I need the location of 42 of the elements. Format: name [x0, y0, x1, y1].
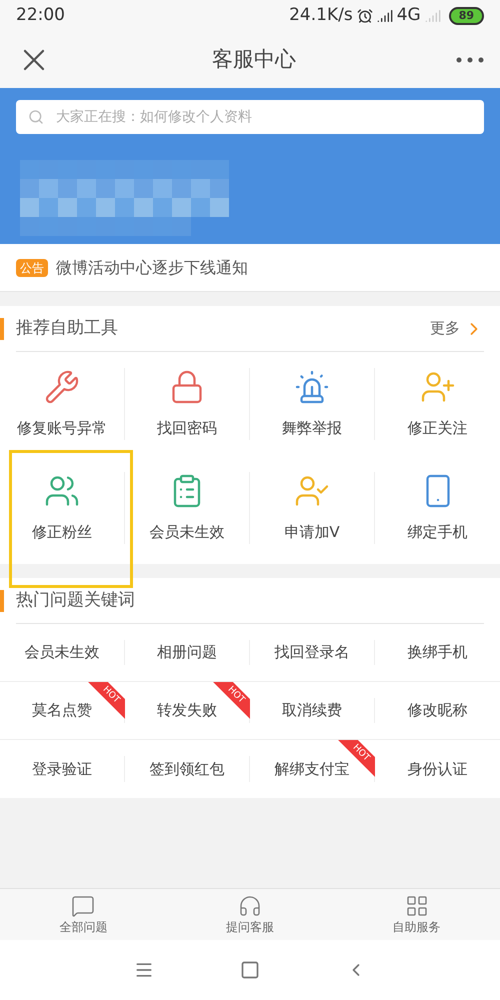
wrench-icon	[44, 368, 80, 405]
notice-badge: 公告	[16, 258, 48, 276]
tool-item[interactable]: 舞弊举报	[250, 352, 374, 456]
section-title: 推荐自助工具	[16, 316, 118, 340]
keyword-item[interactable]: 找回登录名	[250, 624, 374, 681]
headset-icon	[238, 894, 262, 918]
more-icon	[456, 57, 484, 63]
tool-item[interactable]: 申请加V	[250, 456, 374, 560]
tool-item[interactable]: 修正关注	[375, 352, 500, 456]
status-time: 22:00	[16, 4, 65, 28]
page-title: 客服中心	[212, 46, 296, 74]
search-field[interactable]: 大家正在搜：如何修改个人资料	[16, 100, 484, 134]
battery-indicator: 89	[448, 7, 484, 25]
signal-icon	[424, 8, 441, 24]
keyword-item[interactable]: 相册问题	[125, 624, 249, 681]
keyword-item[interactable]: 身份认证	[375, 740, 500, 798]
keyword-item[interactable]: 会员未生效	[0, 624, 124, 681]
more-link[interactable]: 更多	[430, 317, 484, 340]
grid-icon	[404, 894, 429, 918]
section-title: 热门问题关键词	[16, 588, 135, 612]
tool-item[interactable]: 修正粉丝	[0, 456, 124, 560]
home-icon[interactable]	[240, 960, 260, 980]
tool-item[interactable]: 找回密码	[125, 352, 249, 456]
tool-item[interactable]: 修复账号异常	[0, 352, 124, 456]
bottom-tab[interactable]: 提问客服	[166, 889, 334, 940]
tool-item[interactable]: 会员未生效	[125, 456, 249, 560]
notice-text[interactable]: 微博活动中心逐步下线通知	[56, 256, 248, 280]
bottom-tab[interactable]: 自助服务	[333, 889, 500, 940]
keyword-item[interactable]: 签到领红包	[125, 740, 249, 798]
keyword-item[interactable]: 取消续费	[250, 682, 374, 739]
siren-icon	[294, 368, 330, 405]
keyword-item[interactable]: 登录验证	[0, 740, 124, 798]
keyword-item[interactable]: 换绑手机	[375, 624, 500, 681]
tool-item[interactable]: 绑定手机	[375, 456, 500, 560]
signal-icon	[376, 8, 393, 24]
more-button[interactable]	[456, 57, 484, 63]
network-speed: 24.1K/s	[289, 4, 353, 28]
network-type: 4G	[396, 4, 421, 28]
keyword-item[interactable]: 修改昵称	[375, 682, 500, 739]
bottom-tab[interactable]: 全部问题	[0, 889, 167, 940]
alarm-icon	[356, 8, 373, 24]
search-icon	[28, 109, 44, 125]
